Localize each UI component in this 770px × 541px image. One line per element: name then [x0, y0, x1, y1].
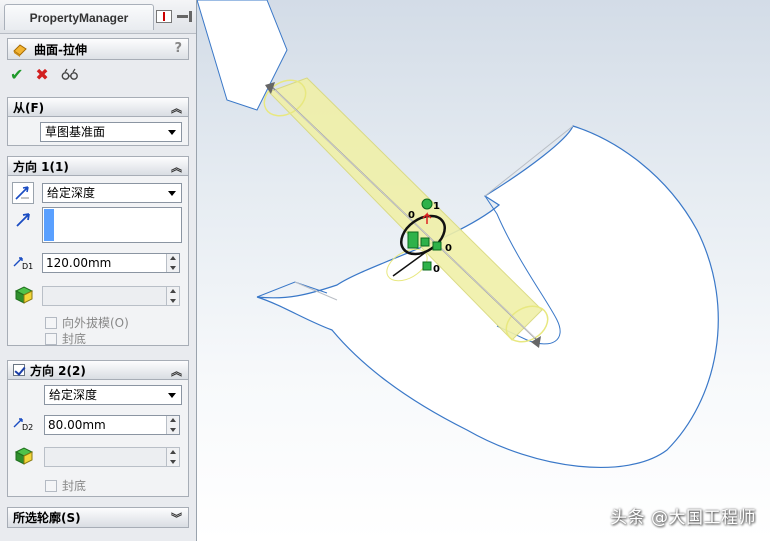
- depth-value-2: 80.00mm: [48, 418, 106, 432]
- draft-spinner-2[interactable]: [166, 448, 179, 466]
- property-manager: PropertyManager 曲面-拉伸 ? ✔ ✖ 从(F) ︽ 草图基准面: [0, 0, 197, 541]
- selected-contours-title: 所选轮廓(S): [13, 511, 81, 525]
- expand-chevron-icon[interactable]: ︾: [171, 510, 182, 526]
- handle-center[interactable]: [420, 237, 430, 247]
- tab-property-manager[interactable]: PropertyManager: [4, 4, 154, 30]
- draft-outward-label: 向外拔模(O): [62, 316, 129, 330]
- depth-input-2[interactable]: 80.00mm: [44, 415, 180, 435]
- reverse-direction-icon[interactable]: [12, 182, 34, 204]
- direction-selection-box[interactable]: [42, 207, 182, 243]
- direction2-group: 方向 2(2) ︽ 给定深度 D2 80.00mm 封底: [7, 360, 189, 497]
- from-group-header[interactable]: 从(F) ︽: [8, 98, 188, 117]
- cap-end-checkbox-1[interactable]: 封底: [45, 330, 86, 347]
- draft-icon[interactable]: [14, 285, 36, 307]
- extrude-surface-icon: [13, 44, 27, 57]
- feature-title: 曲面-拉伸: [34, 42, 87, 57]
- collapse-chevron-icon[interactable]: ︽: [171, 100, 182, 116]
- draft-icon-2[interactable]: [14, 446, 36, 468]
- pin-icon[interactable]: [176, 10, 192, 23]
- cap-end-label-2: 封底: [62, 479, 87, 493]
- graphics-viewport[interactable]: 1 0 0 0 头条 @大国工程师: [197, 0, 770, 541]
- direction2-title: 方向 2(2): [30, 363, 86, 378]
- collapse-chevron-icon[interactable]: ︽: [171, 363, 182, 379]
- from-group-title: 从(F): [13, 100, 45, 115]
- draft-outward-checkbox[interactable]: 向外拔模(O): [45, 314, 129, 331]
- handle-label-1: 1: [433, 201, 440, 212]
- depth-label-1: D1: [22, 262, 34, 271]
- handle-bottom[interactable]: [422, 261, 432, 271]
- draft-spinner-1[interactable]: [166, 287, 179, 305]
- selected-contours-group: 所选轮廓(S) ︾: [7, 507, 189, 528]
- depth-dimension-icon-2: D2: [12, 413, 34, 435]
- ok-button[interactable]: ✔: [10, 66, 23, 84]
- from-group: 从(F) ︽ 草图基准面: [7, 97, 189, 146]
- detailed-preview-icon[interactable]: [61, 68, 79, 82]
- depth-spinner-2[interactable]: [166, 416, 179, 434]
- depth-value-1: 120.00mm: [46, 256, 112, 270]
- depth-input-1[interactable]: 120.00mm: [42, 253, 180, 273]
- direction2-enable-checkbox[interactable]: [13, 364, 25, 376]
- depth-label-2: D2: [22, 423, 34, 432]
- direction2-header[interactable]: 方向 2(2) ︽: [8, 361, 188, 380]
- draft-angle-input-2[interactable]: [44, 447, 180, 467]
- model-view: 1 0 0 0: [197, 0, 719, 469]
- pm-tab-bar: PropertyManager: [0, 0, 196, 34]
- collapse-chevron-icon[interactable]: ︽: [171, 159, 182, 175]
- direction1-title: 方向 1(1): [13, 159, 69, 174]
- direction1-group: 方向 1(1) ︽ 给定深度 D1 120.00mm 向外拔模(O) 封底: [7, 156, 189, 346]
- handle-label-3: 0: [445, 243, 452, 254]
- handle-right[interactable]: [432, 241, 442, 251]
- end-condition-select-2[interactable]: 给定深度: [44, 385, 182, 405]
- cap-end-label-1: 封底: [62, 332, 87, 346]
- handle-top[interactable]: [421, 198, 433, 210]
- depth-dimension-icon: D1: [12, 252, 34, 274]
- end-condition-select-1[interactable]: 给定深度: [42, 183, 182, 203]
- help-icon[interactable]: ?: [174, 41, 182, 56]
- start-condition-select[interactable]: 草图基准面: [40, 122, 182, 142]
- cancel-button[interactable]: ✖: [35, 66, 48, 84]
- feature-title-bar: 曲面-拉伸 ?: [7, 38, 189, 60]
- cap-end-checkbox-2[interactable]: 封底: [45, 477, 86, 494]
- direction1-header[interactable]: 方向 1(1) ︽: [8, 157, 188, 176]
- handle-left[interactable]: [407, 231, 419, 249]
- handle-label-2: 0: [408, 210, 415, 221]
- selected-contours-header[interactable]: 所选轮廓(S) ︾: [8, 508, 188, 527]
- handle-label-4: 0: [433, 264, 440, 275]
- draft-angle-input-1[interactable]: [42, 286, 180, 306]
- watermark: 头条 @大国工程师: [610, 508, 756, 528]
- split-icon[interactable]: [156, 10, 172, 23]
- direction-vector-icon: [14, 209, 36, 231]
- depth-spinner-1[interactable]: [166, 254, 179, 272]
